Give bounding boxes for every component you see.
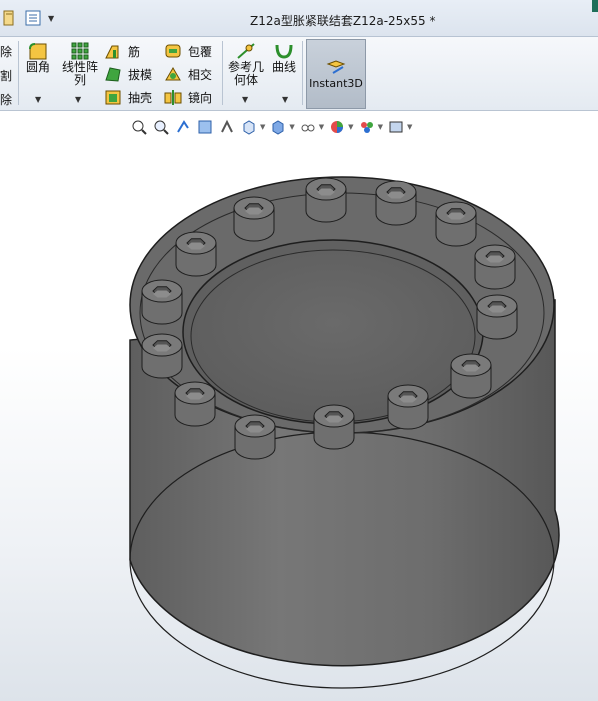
instant3d-button[interactable]: Instant3D (306, 39, 366, 109)
reference-geometry-icon (237, 43, 255, 59)
screw-head (387, 384, 429, 430)
reference-geometry-button[interactable]: 参考几何体 (226, 41, 266, 87)
options-list-icon[interactable] (24, 9, 42, 27)
fillet-icon (29, 43, 47, 60)
ribbon-partial-1[interactable]: 除 (0, 43, 12, 60)
screw-head (313, 404, 355, 450)
fillet-button[interactable]: 圆角 (26, 41, 50, 74)
curves-dropdown-icon[interactable]: ▼ (282, 95, 288, 104)
intersect-button[interactable]: 相交 (164, 65, 212, 83)
screw-head (174, 381, 216, 427)
linear-pattern-icon (71, 42, 89, 60)
mirror-button[interactable]: 镜向 (164, 88, 212, 106)
title-bar: ▼ Z12a型胀紧联结套Z12a-25x55 * (0, 0, 598, 37)
wrap-button[interactable]: 包覆 (164, 42, 212, 60)
features-ribbon: 除 割 除 圆角 ▼ 线性阵列 ▼ 筋 拔模 抽壳 包覆 相交 镜向 参考几何体… (0, 37, 598, 111)
draft-label: 拔模 (128, 67, 153, 82)
mirror-icon (164, 90, 182, 105)
reference-geometry-label: 参考几何体 (227, 60, 264, 87)
fillet-dropdown-icon[interactable]: ▼ (35, 95, 41, 104)
mirror-label: 镜向 (188, 90, 213, 105)
screw-head (474, 244, 516, 290)
linear-pattern-button[interactable]: 线性阵列 (60, 41, 100, 87)
instant3d-icon (326, 59, 346, 74)
wrap-icon (165, 44, 181, 58)
wrap-label: 包覆 (188, 44, 213, 59)
intersect-label: 相交 (188, 67, 213, 82)
window-accent (592, 0, 598, 12)
screw-head (450, 353, 492, 399)
rib-label: 筋 (128, 44, 141, 59)
curves-label: 曲线 (272, 60, 297, 74)
draft-icon (105, 67, 121, 82)
rebuild-icon[interactable] (0, 9, 18, 27)
reference-geometry-dropdown-icon[interactable]: ▼ (242, 95, 248, 104)
quick-access-toolbar: ▼ (0, 8, 54, 28)
ribbon-separator (302, 41, 303, 105)
linear-pattern-dropdown-icon[interactable]: ▼ (75, 95, 81, 104)
ribbon-separator (18, 41, 19, 105)
rib-icon (105, 45, 119, 59)
linear-pattern-label: 线性阵列 (61, 60, 98, 87)
screw-head (375, 180, 417, 226)
screw-head (141, 333, 183, 379)
draft-button[interactable]: 拔模 (104, 65, 152, 83)
screw-head (175, 231, 217, 277)
intersect-icon (165, 67, 181, 81)
shell-button[interactable]: 抽壳 (104, 88, 152, 106)
ribbon-partial-3[interactable]: 除 (0, 91, 12, 108)
screw-head (476, 294, 518, 340)
curves-icon (275, 44, 293, 59)
window-title: Z12a型胀紧联结套Z12a-25x55 * (250, 14, 436, 28)
instant3d-label: Instant3D (309, 76, 363, 90)
rib-button[interactable]: 筋 (104, 42, 140, 60)
fillet-label: 圆角 (26, 60, 51, 74)
screw-head (234, 414, 276, 460)
ribbon-separator (222, 41, 223, 105)
part-model[interactable] (0, 111, 598, 701)
screw-head (141, 279, 183, 325)
shell-label: 抽壳 (128, 90, 153, 105)
bore (182, 239, 484, 425)
shell-icon (105, 90, 121, 105)
quick-access-dropdown-icon[interactable]: ▼ (48, 14, 54, 23)
screw-head (305, 177, 347, 223)
ribbon-partial-2[interactable]: 割 (0, 67, 12, 84)
screw-head (233, 196, 275, 242)
curves-button[interactable]: 曲线 (272, 41, 296, 74)
screw-head (435, 201, 477, 247)
